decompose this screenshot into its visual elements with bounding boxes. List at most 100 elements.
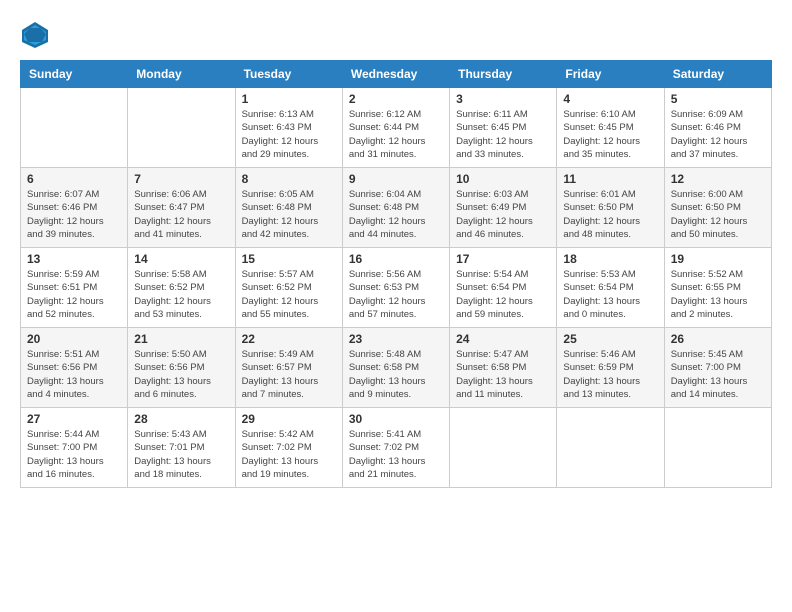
week-row-3: 20 Sunrise: 5:51 AM Sunset: 6:56 PM Dayli… <box>21 328 772 408</box>
day-info: Sunrise: 6:04 AM Sunset: 6:48 PM Dayligh… <box>349 188 443 241</box>
day-info: Sunrise: 5:45 AM Sunset: 7:00 PM Dayligh… <box>671 348 765 401</box>
day-number: 15 <box>242 252 336 266</box>
day-cell <box>21 88 128 168</box>
logo <box>20 20 54 50</box>
day-info: Sunrise: 5:56 AM Sunset: 6:53 PM Dayligh… <box>349 268 443 321</box>
day-cell: 15 Sunrise: 5:57 AM Sunset: 6:52 PM Dayli… <box>235 248 342 328</box>
day-cell <box>450 408 557 488</box>
day-info: Sunrise: 5:49 AM Sunset: 6:57 PM Dayligh… <box>242 348 336 401</box>
day-cell <box>128 88 235 168</box>
day-cell: 5 Sunrise: 6:09 AM Sunset: 6:46 PM Daylig… <box>664 88 771 168</box>
day-cell: 10Sunrise: 6:03 AM Sunset: 6:49 PM Dayli… <box>450 168 557 248</box>
day-info: Sunrise: 5:47 AM Sunset: 6:58 PM Dayligh… <box>456 348 550 401</box>
day-number: 23 <box>349 332 443 346</box>
day-number: 22 <box>242 332 336 346</box>
day-number: 9 <box>349 172 443 186</box>
day-cell <box>557 408 664 488</box>
day-cell: 28 Sunrise: 5:43 AM Sunset: 7:01 PM Dayli… <box>128 408 235 488</box>
day-cell: 20 Sunrise: 5:51 AM Sunset: 6:56 PM Dayli… <box>21 328 128 408</box>
day-info: Sunrise: 5:58 AM Sunset: 6:52 PM Dayligh… <box>134 268 228 321</box>
day-number: 19 <box>671 252 765 266</box>
day-number: 1 <box>242 92 336 106</box>
day-number: 13 <box>27 252 121 266</box>
header-sunday: Sunday <box>21 61 128 88</box>
day-number: 7 <box>134 172 228 186</box>
day-number: 16 <box>349 252 443 266</box>
day-cell: 27 Sunrise: 5:44 AM Sunset: 7:00 PM Dayli… <box>21 408 128 488</box>
day-number: 8 <box>242 172 336 186</box>
day-info: Sunrise: 6:01 AM Sunset: 6:50 PM Dayligh… <box>563 188 657 241</box>
day-info: Sunrise: 6:00 AM Sunset: 6:50 PM Dayligh… <box>671 188 765 241</box>
day-cell: 25 Sunrise: 5:46 AM Sunset: 6:59 PM Dayli… <box>557 328 664 408</box>
day-cell: 16 Sunrise: 5:56 AM Sunset: 6:53 PM Dayli… <box>342 248 449 328</box>
day-info: Sunrise: 6:09 AM Sunset: 6:46 PM Dayligh… <box>671 108 765 161</box>
week-row-1: 6 Sunrise: 6:07 AM Sunset: 6:46 PM Daylig… <box>21 168 772 248</box>
day-number: 6 <box>27 172 121 186</box>
day-info: Sunrise: 5:48 AM Sunset: 6:58 PM Dayligh… <box>349 348 443 401</box>
day-cell: 8Sunrise: 6:05 AM Sunset: 6:48 PM Daylig… <box>235 168 342 248</box>
header-thursday: Thursday <box>450 61 557 88</box>
day-info: Sunrise: 5:54 AM Sunset: 6:54 PM Dayligh… <box>456 268 550 321</box>
day-info: Sunrise: 5:51 AM Sunset: 6:56 PM Dayligh… <box>27 348 121 401</box>
day-cell: 29 Sunrise: 5:42 AM Sunset: 7:02 PM Dayli… <box>235 408 342 488</box>
week-row-0: 1 Sunrise: 6:13 AM Sunset: 6:43 PM Daylig… <box>21 88 772 168</box>
day-cell: 7 Sunrise: 6:06 AM Sunset: 6:47 PM Daylig… <box>128 168 235 248</box>
header-tuesday: Tuesday <box>235 61 342 88</box>
day-number: 3 <box>456 92 550 106</box>
day-cell: 6 Sunrise: 6:07 AM Sunset: 6:46 PM Daylig… <box>21 168 128 248</box>
day-cell: 21 Sunrise: 5:50 AM Sunset: 6:56 PM Dayli… <box>128 328 235 408</box>
day-info: Sunrise: 6:06 AM Sunset: 6:47 PM Dayligh… <box>134 188 228 241</box>
day-number: 4 <box>563 92 657 106</box>
calendar: SundayMondayTuesdayWednesdayThursdayFrid… <box>20 60 772 488</box>
header-saturday: Saturday <box>664 61 771 88</box>
day-number: 17 <box>456 252 550 266</box>
day-cell: 22 Sunrise: 5:49 AM Sunset: 6:57 PM Dayli… <box>235 328 342 408</box>
day-number: 5 <box>671 92 765 106</box>
calendar-header-row: SundayMondayTuesdayWednesdayThursdayFrid… <box>21 61 772 88</box>
day-info: Sunrise: 6:10 AM Sunset: 6:45 PM Dayligh… <box>563 108 657 161</box>
day-info: Sunrise: 5:50 AM Sunset: 6:56 PM Dayligh… <box>134 348 228 401</box>
day-number: 12 <box>671 172 765 186</box>
day-info: Sunrise: 5:46 AM Sunset: 6:59 PM Dayligh… <box>563 348 657 401</box>
day-cell: 12 Sunrise: 6:00 AM Sunset: 6:50 PM Dayli… <box>664 168 771 248</box>
week-row-4: 27 Sunrise: 5:44 AM Sunset: 7:00 PM Dayli… <box>21 408 772 488</box>
day-info: Sunrise: 6:11 AM Sunset: 6:45 PM Dayligh… <box>456 108 550 161</box>
day-number: 21 <box>134 332 228 346</box>
day-cell: 11Sunrise: 6:01 AM Sunset: 6:50 PM Dayli… <box>557 168 664 248</box>
day-number: 27 <box>27 412 121 426</box>
header-monday: Monday <box>128 61 235 88</box>
day-cell: 9 Sunrise: 6:04 AM Sunset: 6:48 PM Daylig… <box>342 168 449 248</box>
day-number: 20 <box>27 332 121 346</box>
day-cell: 17 Sunrise: 5:54 AM Sunset: 6:54 PM Dayli… <box>450 248 557 328</box>
day-info: Sunrise: 5:53 AM Sunset: 6:54 PM Dayligh… <box>563 268 657 321</box>
day-number: 2 <box>349 92 443 106</box>
day-number: 25 <box>563 332 657 346</box>
day-number: 29 <box>242 412 336 426</box>
day-info: Sunrise: 5:52 AM Sunset: 6:55 PM Dayligh… <box>671 268 765 321</box>
day-info: Sunrise: 6:07 AM Sunset: 6:46 PM Dayligh… <box>27 188 121 241</box>
day-info: Sunrise: 5:57 AM Sunset: 6:52 PM Dayligh… <box>242 268 336 321</box>
day-number: 26 <box>671 332 765 346</box>
day-cell: 14Sunrise: 5:58 AM Sunset: 6:52 PM Dayli… <box>128 248 235 328</box>
day-info: Sunrise: 6:13 AM Sunset: 6:43 PM Dayligh… <box>242 108 336 161</box>
day-number: 28 <box>134 412 228 426</box>
page-header <box>20 20 772 50</box>
day-info: Sunrise: 6:03 AM Sunset: 6:49 PM Dayligh… <box>456 188 550 241</box>
day-info: Sunrise: 5:59 AM Sunset: 6:51 PM Dayligh… <box>27 268 121 321</box>
header-friday: Friday <box>557 61 664 88</box>
day-info: Sunrise: 5:42 AM Sunset: 7:02 PM Dayligh… <box>242 428 336 481</box>
week-row-2: 13 Sunrise: 5:59 AM Sunset: 6:51 PM Dayli… <box>21 248 772 328</box>
day-cell: 13 Sunrise: 5:59 AM Sunset: 6:51 PM Dayli… <box>21 248 128 328</box>
logo-icon <box>20 20 50 50</box>
day-cell: 1 Sunrise: 6:13 AM Sunset: 6:43 PM Daylig… <box>235 88 342 168</box>
day-cell: 26 Sunrise: 5:45 AM Sunset: 7:00 PM Dayli… <box>664 328 771 408</box>
day-number: 24 <box>456 332 550 346</box>
day-info: Sunrise: 5:44 AM Sunset: 7:00 PM Dayligh… <box>27 428 121 481</box>
day-cell: 24 Sunrise: 5:47 AM Sunset: 6:58 PM Dayli… <box>450 328 557 408</box>
calendar-header: SundayMondayTuesdayWednesdayThursdayFrid… <box>21 61 772 88</box>
day-cell: 3 Sunrise: 6:11 AM Sunset: 6:45 PM Daylig… <box>450 88 557 168</box>
day-cell: 23 Sunrise: 5:48 AM Sunset: 6:58 PM Dayli… <box>342 328 449 408</box>
day-info: Sunrise: 5:43 AM Sunset: 7:01 PM Dayligh… <box>134 428 228 481</box>
day-cell: 4 Sunrise: 6:10 AM Sunset: 6:45 PM Daylig… <box>557 88 664 168</box>
day-info: Sunrise: 5:41 AM Sunset: 7:02 PM Dayligh… <box>349 428 443 481</box>
